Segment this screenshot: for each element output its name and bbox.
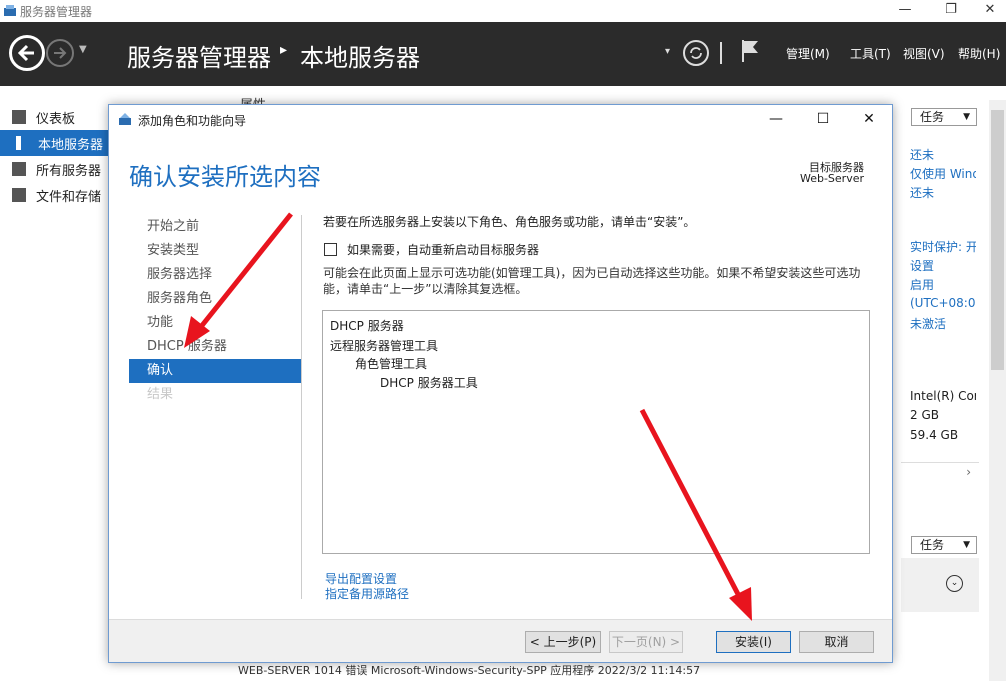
sidebar-item-label: 本地服务器	[38, 137, 104, 153]
selected-features-list[interactable]: DHCP 服务器 远程服务器管理工具 角色管理工具 DHCP 服务器工具	[322, 310, 870, 554]
menu-view[interactable]: 视图(V)	[903, 45, 945, 62]
forward-arrow-icon	[54, 47, 67, 59]
property-value[interactable]: 仅使用 Wind	[910, 165, 976, 182]
back-button[interactable]	[9, 35, 45, 71]
wizard-step-current[interactable]: 确认	[129, 359, 301, 383]
dialog-title: 添加角色和功能向导	[138, 114, 247, 128]
window-title: 服务器管理器	[20, 5, 93, 19]
instruction-text: 若要在所选服务器上安装以下角色、角色服务或功能，请单击“安装”。	[323, 215, 696, 229]
events-table-row: WEB-SERVER 1014 错误 Microsoft-Windows-Sec…	[238, 664, 701, 677]
sidebar-item-dashboard[interactable]: 仪表板	[0, 104, 110, 130]
dialog-titlebar: 添加角色和功能向导 — ☐ ✕	[109, 105, 892, 133]
server-icon	[16, 136, 21, 150]
scrollbar-thumb[interactable]	[991, 110, 1004, 370]
alternate-source-link[interactable]: 指定备用源路径	[325, 585, 409, 602]
install-button[interactable]: 安装(I)	[716, 631, 791, 653]
dialog-footer: < 上一步(P) 下一页(N) > 安装(I) 取消	[109, 619, 892, 662]
events-tasks-dropdown[interactable]: 任务 ▼	[911, 536, 977, 554]
sidebar-item-local-server[interactable]: 本地服务器	[0, 130, 110, 156]
scroll-right-icon[interactable]: ›	[966, 465, 971, 479]
wizard-icon	[119, 113, 131, 125]
feature-item: 角色管理工具	[355, 357, 428, 371]
auto-restart-label[interactable]: 如果需要，自动重新启动目标服务器	[347, 241, 539, 258]
target-server-value: Web-Server	[799, 172, 864, 185]
server-manager-icon	[4, 5, 16, 16]
forward-button[interactable]	[46, 39, 74, 67]
menu-tools[interactable]: 工具(T)	[850, 45, 891, 62]
property-value[interactable]: 还未	[910, 184, 934, 201]
property-value[interactable]: 设置	[910, 257, 934, 274]
servers-icon	[12, 162, 26, 176]
restore-button[interactable]: ❐	[928, 0, 974, 22]
breadcrumb-root[interactable]: 服务器管理器	[127, 38, 271, 73]
property-value[interactable]: (UTC+08:00	[910, 296, 976, 310]
property-value[interactable]: 启用	[910, 276, 934, 293]
property-value[interactable]: 还未	[910, 146, 934, 163]
tasks-dropdown[interactable]: 任务 ▼	[911, 108, 977, 126]
wizard-step[interactable]: 安装类型	[129, 239, 301, 263]
horizontal-scrollbar[interactable]: ›	[901, 462, 979, 484]
sidebar-item-label: 仪表板	[36, 111, 76, 127]
wizard-step[interactable]: 开始之前	[129, 215, 301, 239]
property-value: Intel(R) Cor	[910, 389, 976, 403]
wizard-step[interactable]: 服务器选择	[129, 263, 301, 287]
dashboard-icon	[12, 110, 26, 124]
cancel-button[interactable]: 取消	[799, 631, 874, 653]
page-title: 确认安装所选内容	[129, 163, 321, 191]
tasks-label: 任务	[920, 538, 945, 552]
app-header: ▼ 服务器管理器 ▸ 本地服务器 ▾ 管理(M) 工具(T) 视图(V) 帮助(…	[0, 22, 1006, 86]
property-value: 2 GB	[910, 408, 939, 422]
breadcrumb-separator-icon: ▸	[280, 42, 288, 58]
menu-manage[interactable]: 管理(M)	[786, 45, 830, 62]
wizard-step-disabled: 结果	[147, 387, 174, 402]
sidebar: 仪表板 本地服务器 所有服务器 文件和存储	[0, 86, 110, 681]
back-arrow-icon	[17, 44, 34, 62]
next-button: 下一页(N) >	[609, 631, 683, 653]
sidebar-item-label: 所有服务器	[36, 163, 102, 179]
close-button[interactable]: ✕	[974, 0, 1006, 22]
auto-restart-checkbox[interactable]	[324, 243, 337, 256]
sidebar-item-file-storage[interactable]: 文件和存储	[0, 182, 110, 208]
dialog-maximize-button[interactable]: ☐	[800, 105, 846, 133]
properties-values: 还未 仅使用 Wind 还未 实时保护: 开 设置 启用 (UTC+08:00 …	[910, 146, 976, 476]
feature-item: 远程服务器管理工具	[330, 339, 439, 353]
header-divider	[720, 42, 722, 64]
property-value[interactable]: 实时保护: 开	[910, 238, 976, 255]
refresh-icon[interactable]	[683, 40, 709, 66]
menu-help[interactable]: 帮助(H)	[958, 45, 1000, 62]
history-dropdown-icon[interactable]: ▼	[79, 44, 87, 55]
wizard-step[interactable]: 功能	[129, 311, 301, 335]
wizard-step[interactable]: 服务器角色	[129, 287, 301, 311]
sidebar-item-label: 文件和存储	[36, 189, 102, 205]
dropdown-arrow-icon: ▼	[963, 112, 970, 122]
feature-item: DHCP 服务器	[330, 319, 404, 333]
property-value: 59.4 GB	[910, 428, 959, 442]
minimize-button[interactable]: —	[882, 0, 928, 22]
previous-button[interactable]: < 上一步(P)	[525, 631, 601, 653]
property-value[interactable]: 未激活	[910, 315, 946, 332]
vertical-scrollbar[interactable]	[989, 100, 1006, 681]
sidebar-item-all-servers[interactable]: 所有服务器	[0, 156, 110, 182]
dialog-close-button[interactable]: ✕	[846, 105, 892, 133]
storage-icon	[12, 188, 26, 202]
feature-item: DHCP 服务器工具	[380, 376, 478, 390]
wizard-steps: 开始之前 安装类型 服务器选择 服务器角色 功能 DHCP 服务器 确认 结果	[129, 215, 301, 407]
optional-features-note: 可能会在此页面上显示可选功能(如管理工具)，因为已自动选择这些功能。如果不希望安…	[323, 266, 861, 296]
breadcrumb-current: 本地服务器	[300, 44, 420, 72]
window-titlebar: 服务器管理器 — ❐ ✕	[0, 0, 1006, 22]
expand-chevron-icon[interactable]: ⌄	[946, 575, 963, 592]
wizard-step[interactable]: DHCP 服务器	[129, 335, 301, 359]
steps-divider	[301, 215, 302, 599]
add-roles-wizard-dialog: 添加角色和功能向导 — ☐ ✕ 确认安装所选内容 目标服务器 Web-Serve…	[108, 104, 893, 663]
dialog-minimize-button[interactable]: —	[753, 105, 799, 133]
dropdown-arrow-icon: ▼	[963, 540, 970, 550]
events-filter-panel	[901, 558, 979, 612]
header-dropdown-icon[interactable]: ▾	[665, 46, 670, 57]
notifications-flag-icon[interactable]	[740, 38, 762, 64]
tasks-label: 任务	[920, 110, 945, 124]
